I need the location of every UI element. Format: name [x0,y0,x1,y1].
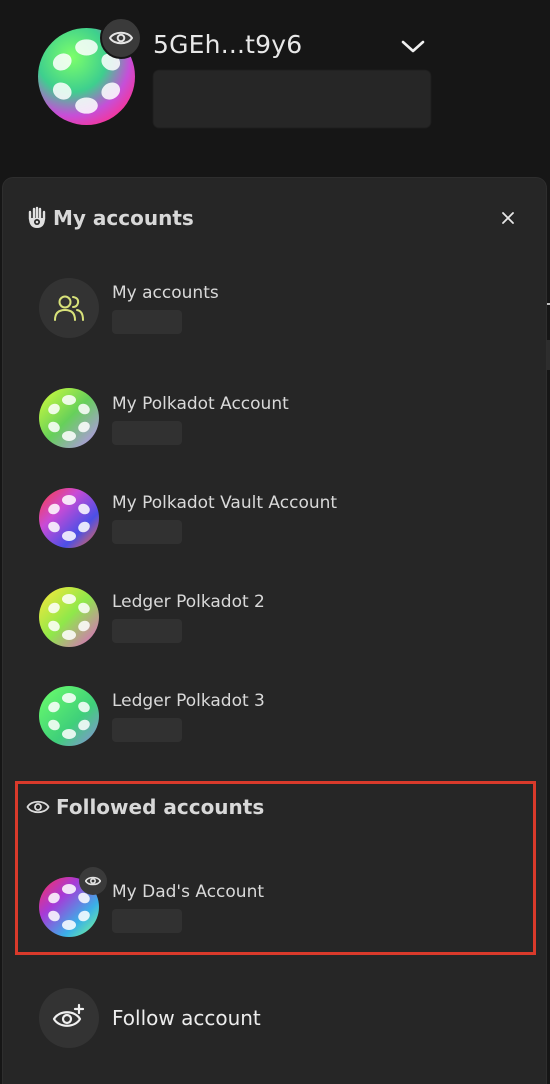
account-item[interactable]: My Polkadot Vault Account [39,488,519,550]
balance-placeholder [153,70,431,128]
eye-icon [26,800,50,814]
balance-placeholder [112,310,182,334]
account-name: My Polkadot Account [112,394,289,414]
account-item[interactable]: Ledger Polkadot 2 [39,587,519,649]
close-button[interactable] [498,208,518,228]
panel-title: My accounts [53,206,194,230]
eye-plus-icon-wrap [39,988,99,1048]
balance-placeholder [112,421,182,445]
polkadot-identicon [39,488,99,548]
polkadot-identicon [39,686,99,746]
balance-placeholder [112,718,182,742]
balance-placeholder [112,619,182,643]
account-name: Ledger Polkadot 2 [112,592,265,612]
users-icon [54,295,84,321]
account-item[interactable]: My Polkadot Account [39,388,519,450]
followed-account-item[interactable]: My Dad's Account [39,867,519,939]
follow-account-label: Follow account [112,1006,261,1030]
balance-placeholder [112,909,182,933]
account-item[interactable]: Ledger Polkadot 3 [39,686,519,748]
polkadot-identicon [39,587,99,647]
account-name: Ledger Polkadot 3 [112,691,265,711]
polkadot-identicon [39,388,99,448]
hamsa-hand-icon [28,206,46,228]
account-item-all[interactable]: My accounts [39,278,519,340]
balance-placeholder [112,520,182,544]
watch-badge [79,867,107,895]
account-name: My Dad's Account [112,882,265,902]
chevron-down-icon[interactable] [400,36,426,56]
background-divider [546,340,550,370]
eye-icon [109,31,133,45]
followed-accounts-title: Followed accounts [56,795,265,819]
watch-badge [100,17,142,59]
background-divider [546,303,550,305]
follow-account-button[interactable]: Follow account [39,988,519,1050]
users-icon-wrap [39,278,99,338]
account-name: My Polkadot Vault Account [112,493,338,513]
account-name: My accounts [112,283,219,303]
eye-icon [85,876,101,886]
account-address[interactable]: 5GEh...t9y6 [153,30,302,59]
eye-plus-icon [52,1003,85,1027]
close-icon[interactable] [502,212,514,224]
